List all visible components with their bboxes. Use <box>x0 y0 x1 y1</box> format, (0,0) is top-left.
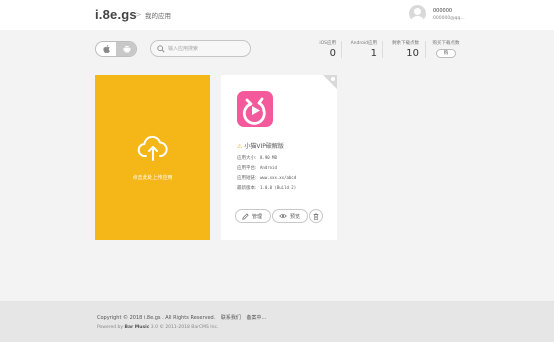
app-search <box>150 40 251 57</box>
card-corner-badge <box>323 75 337 89</box>
android-app-count-value: 1 <box>370 48 377 59</box>
info-value: Android <box>260 165 277 170</box>
android-app-count: Android应用 1 <box>344 40 377 59</box>
info-key: 应用短链: <box>237 176 257 181</box>
upload-label: 点击此处上传应用 <box>132 175 173 181</box>
manage-button[interactable]: 管理 <box>235 209 271 223</box>
app-name-text: 小猫VIP破解版 <box>244 143 284 150</box>
search-input[interactable] <box>168 42 248 55</box>
platform-toggle <box>95 41 137 57</box>
delete-button[interactable] <box>309 209 323 223</box>
app-info: 应用大小: 8.90 MB 应用平台: Android 应用短链: www.xxx.x… <box>237 155 296 195</box>
avatar-head <box>414 8 421 15</box>
stat-divider <box>382 41 383 58</box>
user-email[interactable]: 000000@qq... <box>433 16 465 21</box>
powered-brand-link[interactable]: Bar Music <box>125 325 150 330</box>
app-icon[interactable] <box>237 91 273 127</box>
preview-label: 预览 <box>290 213 301 220</box>
info-value: 8.90 MB <box>260 155 277 160</box>
android-icon <box>123 45 130 53</box>
avatar-body <box>411 16 424 22</box>
buy-downloads-button[interactable]: 购 <box>436 49 456 58</box>
page-footer: Copyright © 2018 i.8e.gs . All Rights Re… <box>0 301 554 342</box>
upload-app-card[interactable]: 点击此处上传应用 <box>95 75 210 240</box>
android-filter-button[interactable] <box>116 42 136 56</box>
contact-link[interactable]: 联系我们 <box>221 315 241 321</box>
remaining-downloads-label: 剩余下载点数 <box>392 41 419 46</box>
copyright-text: Copyright © 2018 i.8e.gs . All Rights Re… <box>97 315 216 321</box>
info-key: 应用平台: <box>237 166 257 171</box>
search-icon[interactable] <box>157 45 165 53</box>
info-key: 应用大小: <box>237 156 257 161</box>
preview-button[interactable]: 预览 <box>272 209 308 223</box>
remaining-downloads: 剩余下载点数 10 <box>385 40 419 59</box>
info-row: 最新版本: 1.0.0 (Build 2) <box>237 185 296 195</box>
ios-app-count-value: 0 <box>329 48 336 59</box>
info-row: 应用大小: 8.90 MB <box>237 155 296 165</box>
breadcrumb-current[interactable]: 我的应用 <box>145 10 171 20</box>
buy-downloads: 购买下载点数 购 <box>431 40 461 58</box>
record-link[interactable]: 备案中... <box>247 315 267 321</box>
powered-prefix: Powered by <box>97 325 124 330</box>
info-value: 1.0.0 (Build 2) <box>260 185 297 190</box>
footer-line-1: Copyright © 2018 i.8e.gs . All Rights Re… <box>97 314 270 321</box>
app-card: ⚠ 小猫VIP破解版 应用大小: 8.90 MB 应用平台: Android 应用短链… <box>221 75 337 240</box>
ios-app-count-label: iOS应用 <box>319 41 336 46</box>
warning-icon: ⚠ <box>237 143 243 150</box>
remaining-downloads-value: 10 <box>406 48 419 59</box>
breadcrumb-separator: > <box>135 10 142 19</box>
trash-icon <box>313 212 319 220</box>
info-key: 最新版本: <box>237 186 257 191</box>
apple-icon <box>102 45 110 53</box>
top-header: i.8e.gs > 我的应用 000000 000000@qq... <box>0 0 554 30</box>
info-row: 应用短链: www.xxx.xx/abcd <box>237 175 296 185</box>
stat-divider <box>425 41 426 58</box>
cat-face-icon <box>242 97 266 125</box>
card-corner-dot <box>331 77 335 81</box>
app-name[interactable]: ⚠ 小猫VIP破解版 <box>237 141 284 150</box>
manage-label: 管理 <box>252 213 263 220</box>
cloud-upload-icon <box>137 135 168 161</box>
buy-downloads-label: 购买下载点数 <box>432 41 460 46</box>
user-avatar[interactable] <box>409 5 426 22</box>
eye-icon <box>279 214 287 218</box>
android-app-count-label: Android应用 <box>350 41 377 46</box>
info-row: 应用平台: Android <box>237 165 296 175</box>
ios-filter-button[interactable] <box>96 42 116 56</box>
ios-app-count: iOS应用 0 <box>300 40 336 59</box>
powered-suffix: 3.0 © 2011-2018 BarCMS Inc. <box>150 325 219 330</box>
user-name[interactable]: 000000 <box>433 8 452 14</box>
pencil-icon <box>242 212 249 220</box>
stat-divider <box>341 41 342 58</box>
site-logo[interactable]: i.8e.gs <box>95 7 137 22</box>
footer-line-2: Powered by Bar Music 3.0 © 2011-2018 Bar… <box>97 325 218 330</box>
info-value[interactable]: www.xxx.xx/abcd <box>260 175 296 185</box>
